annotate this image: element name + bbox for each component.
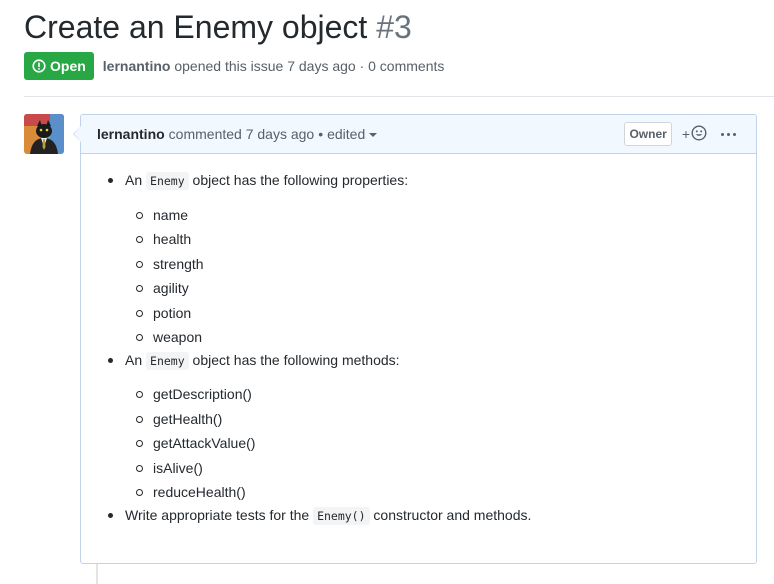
item-text: Write appropriate tests for the: [125, 506, 310, 523]
properties-sublist: name health strength agility potion weap…: [125, 203, 756, 350]
issue-meta: Open lernantino opened this issue 7 days…: [24, 52, 444, 80]
edited-label: edited: [327, 126, 366, 142]
owner-badge: Owner: [624, 122, 672, 146]
issue-opened-text: opened this issue 7 days ago · 0 comment…: [174, 58, 445, 74]
status-label: Open: [50, 58, 86, 74]
list-item: getDescription(): [125, 382, 756, 407]
list-item: agility: [125, 276, 756, 301]
comment-action-text: commented 7 days ago: [168, 126, 315, 142]
issue-opened-icon: [32, 59, 46, 73]
list-item: name: [125, 203, 756, 228]
header-divider: [24, 96, 774, 97]
edited-dropdown[interactable]: edited: [327, 126, 378, 142]
item-text: An: [125, 351, 143, 368]
comment-box: lernantino commented 7 days ago • edited…: [73, 114, 757, 564]
list-item: getHealth(): [125, 407, 756, 432]
separator-dot: •: [318, 126, 324, 142]
list-item: strength: [125, 252, 756, 277]
smiley-icon: [691, 124, 707, 144]
list-item: getAttackValue(): [125, 431, 756, 456]
inline-code: Enemy(): [313, 506, 370, 525]
inline-code: Enemy: [146, 351, 189, 370]
issue-meta-text: lernantino opened this issue 7 days ago …: [103, 58, 445, 74]
add-reaction-button[interactable]: +: [681, 124, 707, 144]
status-badge: Open: [24, 52, 94, 80]
list-item: health: [125, 227, 756, 252]
issue-number: #3: [376, 9, 412, 45]
list-item: reduceHealth(): [125, 480, 756, 505]
item-text: object has the following methods:: [192, 351, 400, 368]
methods-sublist: getDescription() getHealth() getAttackVa…: [125, 382, 756, 505]
kebab-horizontal-icon[interactable]: [717, 129, 740, 140]
list-item: isAlive(): [125, 456, 756, 481]
item-text: An: [125, 172, 143, 188]
list-item: weapon: [125, 325, 756, 350]
list-item: Write appropriate tests for the Enemy() …: [81, 505, 756, 525]
issue-title: Create an Enemy object #3: [24, 8, 412, 46]
comment-header: lernantino commented 7 days ago • edited…: [81, 115, 756, 154]
issue-title-text: Create an Enemy object: [24, 9, 368, 45]
list-item: potion: [125, 301, 756, 326]
comment-author-link[interactable]: lernantino: [97, 126, 165, 142]
comment-body: An Enemy object has the following proper…: [81, 154, 756, 525]
item-text: constructor and methods.: [373, 506, 532, 523]
reaction-plus: +: [681, 126, 690, 142]
list-item: An Enemy object has the following method…: [81, 350, 756, 505]
issue-author-link[interactable]: lernantino: [103, 58, 171, 74]
chevron-down-icon: [369, 133, 378, 137]
properties-methods-list: An Enemy object has the following proper…: [81, 170, 756, 525]
avatar[interactable]: [24, 114, 64, 154]
item-text: object has the following properties:: [192, 172, 409, 188]
timeline-line: [96, 564, 98, 584]
list-item: An Enemy object has the following proper…: [81, 170, 756, 350]
comment-actions: Owner +: [624, 115, 740, 153]
inline-code: Enemy: [146, 172, 189, 190]
